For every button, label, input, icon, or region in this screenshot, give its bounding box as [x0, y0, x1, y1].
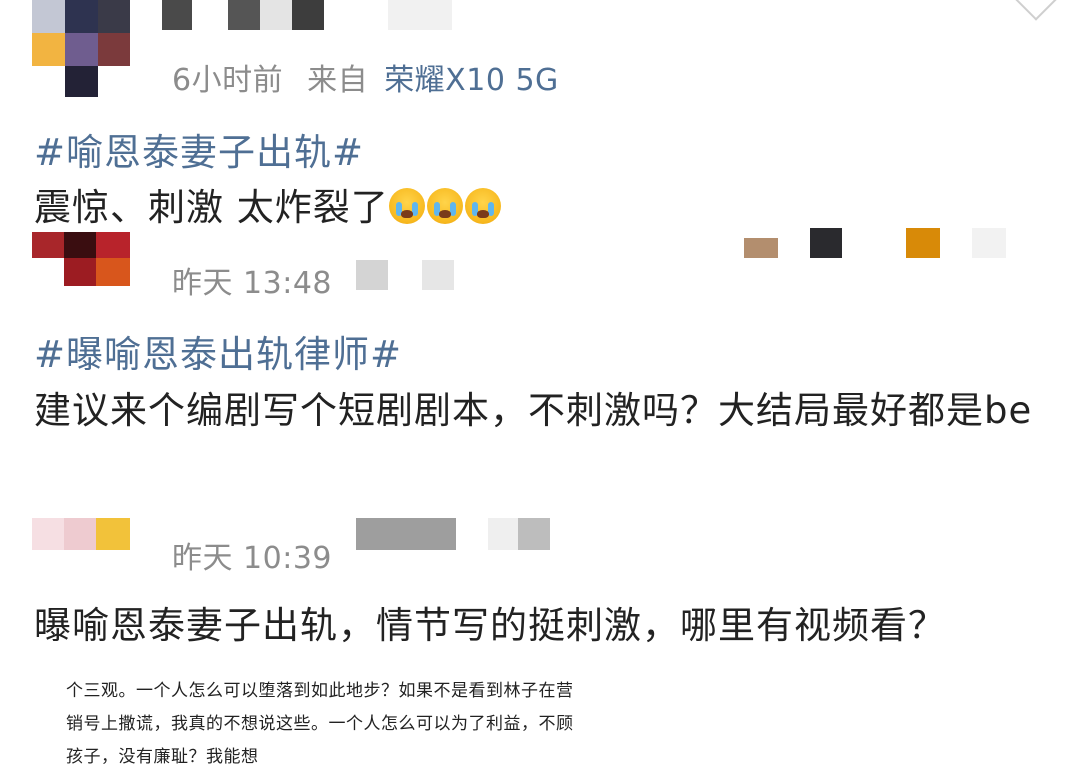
hashtag-link[interactable]: #曝喻恩泰出轨律师#: [34, 324, 402, 378]
timestamp: 昨天 13:48: [172, 266, 332, 301]
crying-face-icon: [388, 188, 425, 224]
excerpt-text: 个三观。一个人怎么可以堕落到如此地步？如果不是看到林子在营销号上撒谎，我真的不想…: [66, 681, 574, 767]
comment-text-content: 震惊、刺激 太炸裂了: [34, 186, 389, 229]
timestamp: 6小时前: [172, 63, 284, 98]
timestamp: 昨天 10:39: [172, 541, 332, 576]
comment-meta: 6小时前 来自 荣耀X10 5G: [172, 55, 559, 99]
comment-text: 震惊、刺激 太炸裂了: [34, 179, 503, 237]
source-label: 来自: [307, 63, 369, 98]
device-link[interactable]: 荣耀X10 5G: [384, 63, 559, 98]
comment-text: 建议来个编剧写个短剧剧本，不刺激吗？大结局最好都是be: [34, 389, 1033, 432]
more-chevron-icon[interactable]: [1013, 0, 1059, 21]
hashtag-link[interactable]: #喻恩泰妻子出轨#: [34, 122, 364, 176]
comment-meta: 昨天 13:48: [172, 258, 332, 302]
comment-text: 曝喻恩泰妻子出轨，情节写的挺刺激，哪里有视频看？: [34, 604, 946, 647]
comment-meta: 昨天 10:39: [172, 533, 332, 577]
crying-face-icon: [426, 188, 463, 224]
crying-face-icon: [464, 188, 501, 224]
